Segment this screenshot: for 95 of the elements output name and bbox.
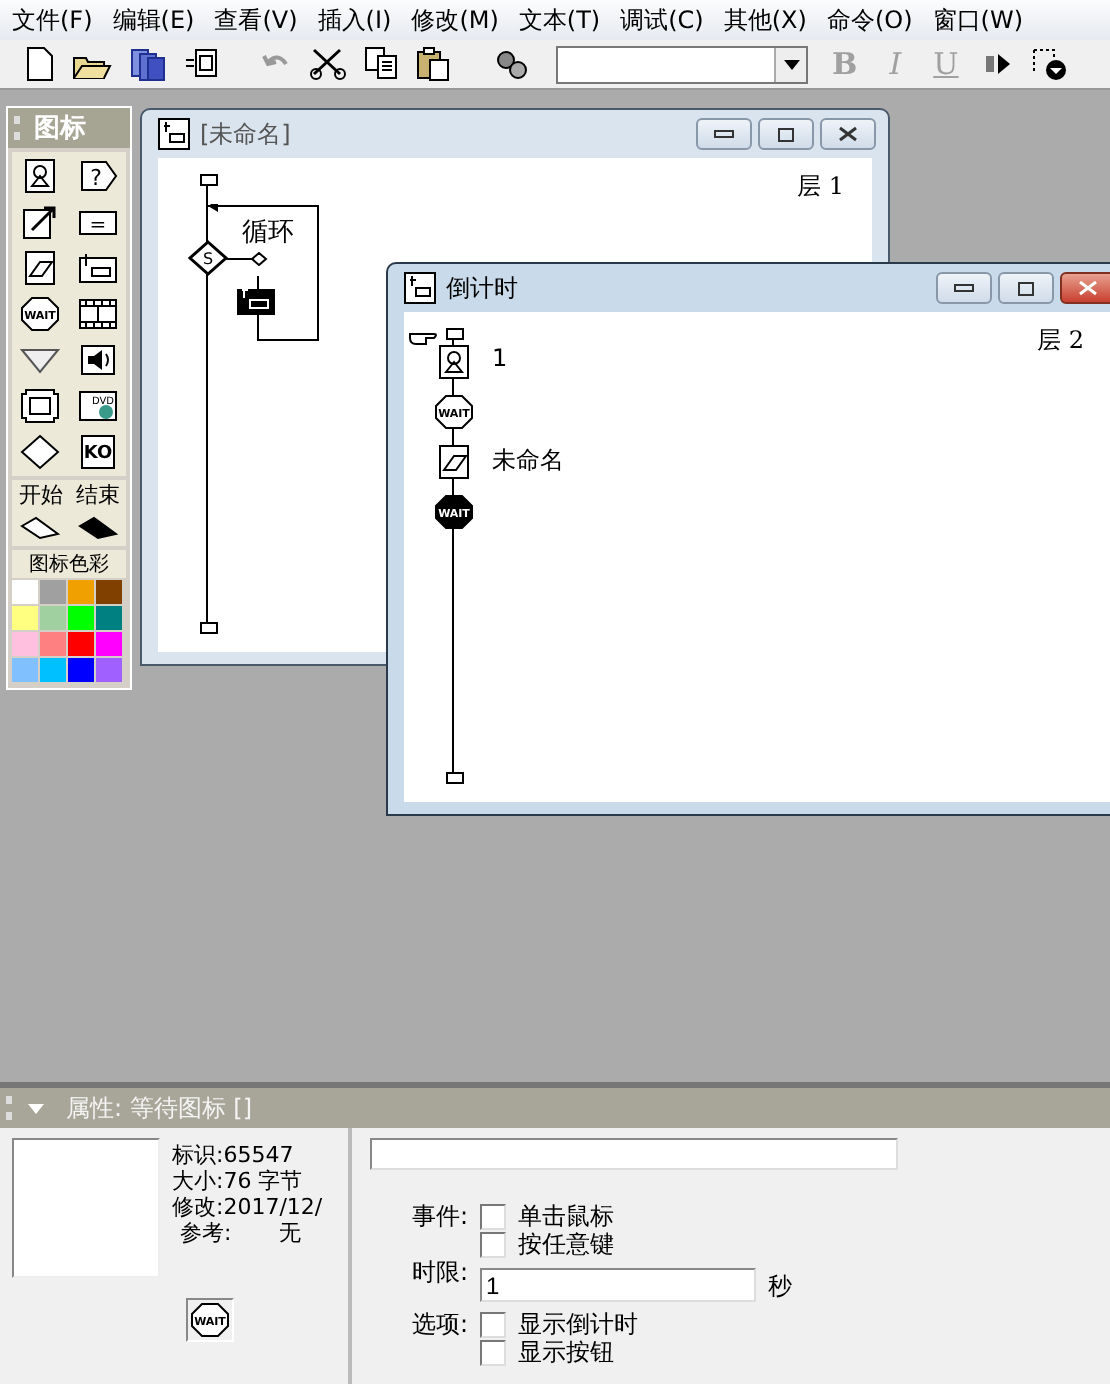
palette-title: 图标	[34, 112, 86, 146]
layer-label: 层 2	[1037, 324, 1084, 358]
eraser-icon[interactable]	[20, 250, 61, 286]
field-label: 选项:	[412, 1310, 469, 1338]
color-swatch[interactable]	[40, 606, 66, 630]
color-swatch[interactable]	[96, 658, 122, 682]
menu-item[interactable]: 调试(C)	[610, 3, 714, 37]
time-limit-field[interactable]: 1	[480, 1268, 757, 1302]
color-swatch[interactable]	[12, 580, 38, 604]
minimize-icon	[714, 130, 734, 138]
window-title: 倒计时	[446, 271, 518, 305]
frame-icon[interactable]	[20, 388, 61, 424]
panel-title: 属性: 等待图标 []	[66, 1091, 253, 1125]
palette-section-title: 图标色彩	[12, 550, 126, 578]
field-label: 事件:	[412, 1202, 469, 1230]
menu-item[interactable]: 其他(X)	[713, 3, 817, 37]
menu-item[interactable]: 窗口(W)	[922, 3, 1034, 37]
window-title: [未命名]	[200, 117, 291, 151]
color-swatch[interactable]	[40, 658, 66, 682]
menu-item[interactable]: 文件(F)	[2, 3, 103, 37]
tag-icon[interactable]	[77, 250, 118, 286]
icon-label: 1	[492, 344, 508, 372]
color-swatch[interactable]	[96, 580, 122, 604]
color-swatch[interactable]	[40, 632, 66, 656]
field-label: 时限:	[412, 1258, 469, 1286]
color-swatch[interactable]	[68, 580, 94, 604]
minimize-icon	[954, 284, 974, 292]
framed-figure-icon[interactable]	[20, 158, 61, 194]
checkbox[interactable]	[480, 1231, 507, 1257]
info-text: 大小:76 字节	[172, 1168, 305, 1194]
flag-label: 结束	[75, 480, 120, 510]
checkbox-label: 显示倒计时	[518, 1310, 639, 1338]
window-titlebar[interactable]: [未命名]	[142, 110, 888, 158]
minimize-button[interactable]	[936, 272, 992, 304]
maximize-button[interactable]	[998, 272, 1054, 304]
menu-item[interactable]: 文本(T)	[508, 3, 611, 37]
info-text: 标识:65547	[172, 1142, 296, 1168]
paste-icon[interactable]	[416, 46, 452, 82]
menu-item[interactable]: 命令(O)	[816, 3, 923, 37]
color-swatch[interactable]	[12, 606, 38, 630]
maximize-button[interactable]	[758, 118, 814, 150]
close-button[interactable]	[820, 118, 876, 150]
diamond-icon[interactable]	[20, 434, 61, 470]
diamond-icon[interactable]: S	[188, 240, 228, 276]
scissors-icon[interactable]	[308, 46, 348, 82]
step-arrow-icon[interactable]	[982, 48, 1015, 80]
menu-item[interactable]: 修改(M)	[401, 3, 509, 37]
ko-icon[interactable]: KO	[77, 434, 118, 470]
color-swatch[interactable]	[12, 658, 38, 682]
framed-figure-icon[interactable]	[434, 344, 474, 380]
new-file-icon[interactable]	[24, 46, 56, 82]
info-value: 无	[279, 1220, 302, 1246]
color-swatch[interactable]	[68, 632, 94, 656]
checkbox[interactable]	[480, 1203, 507, 1229]
speaker-icon[interactable]	[77, 342, 118, 378]
checkbox[interactable]	[480, 1311, 507, 1337]
eraser-icon[interactable]	[434, 444, 474, 480]
maximize-icon	[1018, 281, 1034, 295]
menu-item[interactable]: 插入(I)	[307, 3, 402, 37]
color-swatch[interactable]	[96, 606, 122, 630]
copy-icon[interactable]	[364, 46, 400, 82]
color-swatch[interactable]	[40, 580, 66, 604]
layer-label: 层 1	[797, 170, 844, 204]
info-text: 参考:	[180, 1220, 232, 1246]
checkbox[interactable]	[480, 1339, 507, 1365]
close-button[interactable]	[1060, 272, 1110, 304]
arrow-icon[interactable]	[20, 204, 61, 240]
title-field[interactable]	[370, 1138, 898, 1170]
maximize-icon	[778, 127, 794, 141]
checkbox-label: 显示按钮	[518, 1338, 615, 1366]
close-icon	[1078, 280, 1098, 296]
close-icon	[838, 126, 858, 142]
dropdown-arrow-icon	[783, 59, 799, 69]
film-icon[interactable]	[77, 296, 118, 332]
font-dropdown[interactable]	[556, 45, 808, 83]
menu-item[interactable]: 编辑(E)	[102, 3, 205, 37]
minimize-button[interactable]	[696, 118, 752, 150]
icon-label: 循环	[242, 216, 294, 250]
unit-label: 秒	[768, 1270, 793, 1304]
color-swatch[interactable]	[68, 658, 94, 682]
window-titlebar[interactable]: 倒计时	[388, 264, 1110, 312]
stacked-pages-icon[interactable]	[128, 46, 168, 82]
question-sign-icon[interactable]: ?	[77, 158, 118, 194]
checkbox-label: 单击鼠标	[518, 1202, 615, 1230]
color-swatch[interactable]	[96, 632, 122, 656]
flowline-icon[interactable]	[1030, 46, 1071, 82]
info-text: 修改:2017/12/	[172, 1194, 323, 1220]
pages-icon[interactable]	[184, 46, 220, 82]
flag-label: 开始	[18, 480, 63, 510]
color-swatch[interactable]	[68, 606, 94, 630]
branch-line	[224, 252, 268, 266]
menu-item[interactable]: 查看(V)	[204, 3, 308, 37]
color-swatch[interactable]	[12, 632, 38, 656]
icon-label: 未命名	[492, 444, 564, 478]
checkbox-label: 按任意键	[518, 1230, 615, 1258]
